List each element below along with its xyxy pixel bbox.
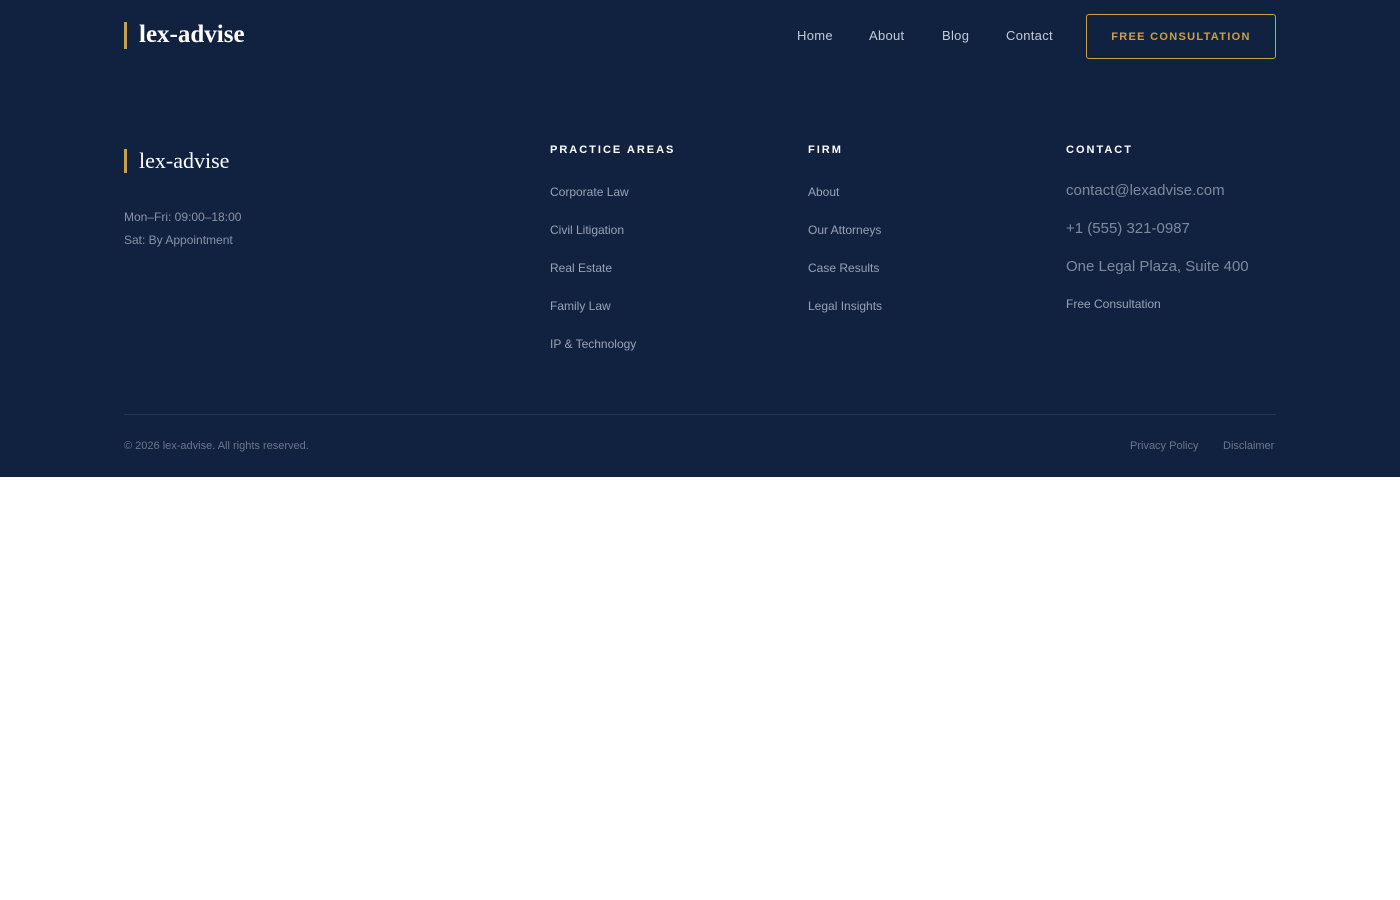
contact-free-consultation-link[interactable]: Free Consultation bbox=[1066, 296, 1249, 312]
nav-home[interactable]: Home bbox=[797, 28, 833, 44]
practice-civil-litigation[interactable]: Civil Litigation bbox=[550, 222, 675, 260]
firm-case-results[interactable]: Case Results bbox=[808, 260, 882, 298]
practice-family-law[interactable]: Family Law bbox=[550, 298, 675, 336]
office-hours: Mon–Fri: 09:00–18:00 Sat: By Appointment bbox=[124, 206, 241, 252]
site-logo[interactable]: lex-advise bbox=[124, 22, 245, 49]
firm-about[interactable]: About bbox=[808, 184, 882, 222]
contact-phone[interactable]: +1 (555) 321-0987 bbox=[1066, 220, 1249, 258]
practice-real-estate[interactable]: Real Estate bbox=[550, 260, 675, 298]
copyright-text: © 2026 lex-advise. All rights reserved. bbox=[124, 440, 309, 452]
practice-areas-heading: PRACTICE AREAS bbox=[550, 144, 676, 156]
contact-column: CONTACT contact@lexadvise.com +1 (555) 3… bbox=[1066, 143, 1249, 312]
contact-address: One Legal Plaza, Suite 400 bbox=[1066, 258, 1249, 275]
practice-areas-column: PRACTICE AREAS Corporate Law Civil Litig… bbox=[550, 143, 675, 374]
firm-legal-insights[interactable]: Legal Insights bbox=[808, 298, 882, 336]
practice-ip-technology[interactable]: IP & Technology bbox=[550, 336, 675, 374]
privacy-policy-link[interactable]: Privacy Policy bbox=[1130, 439, 1198, 453]
site-footer-region: lex-advise Home About Blog Contact FREE … bbox=[0, 0, 1400, 477]
site-header: lex-advise Home About Blog Contact FREE … bbox=[124, 14, 1276, 59]
contact-email[interactable]: contact@lexadvise.com bbox=[1066, 182, 1249, 220]
nav-contact[interactable]: Contact bbox=[1006, 28, 1053, 44]
hours-weekday: Mon–Fri: 09:00–18:00 bbox=[124, 210, 242, 224]
hours-saturday: Sat: By Appointment bbox=[124, 233, 233, 247]
free-consultation-button[interactable]: FREE CONSULTATION bbox=[1086, 14, 1276, 59]
footer-divider bbox=[124, 414, 1276, 415]
firm-heading: FIRM bbox=[808, 144, 843, 156]
firm-column: FIRM About Our Attorneys Case Results Le… bbox=[808, 143, 882, 336]
firm-our-attorneys[interactable]: Our Attorneys bbox=[808, 222, 882, 260]
nav-about[interactable]: About bbox=[869, 28, 904, 44]
footer-brand[interactable]: lex-advise bbox=[124, 149, 229, 173]
practice-corporate-law[interactable]: Corporate Law bbox=[550, 184, 675, 222]
nav-blog[interactable]: Blog bbox=[942, 28, 969, 44]
contact-heading: CONTACT bbox=[1066, 144, 1133, 156]
disclaimer-link[interactable]: Disclaimer bbox=[1223, 439, 1274, 453]
